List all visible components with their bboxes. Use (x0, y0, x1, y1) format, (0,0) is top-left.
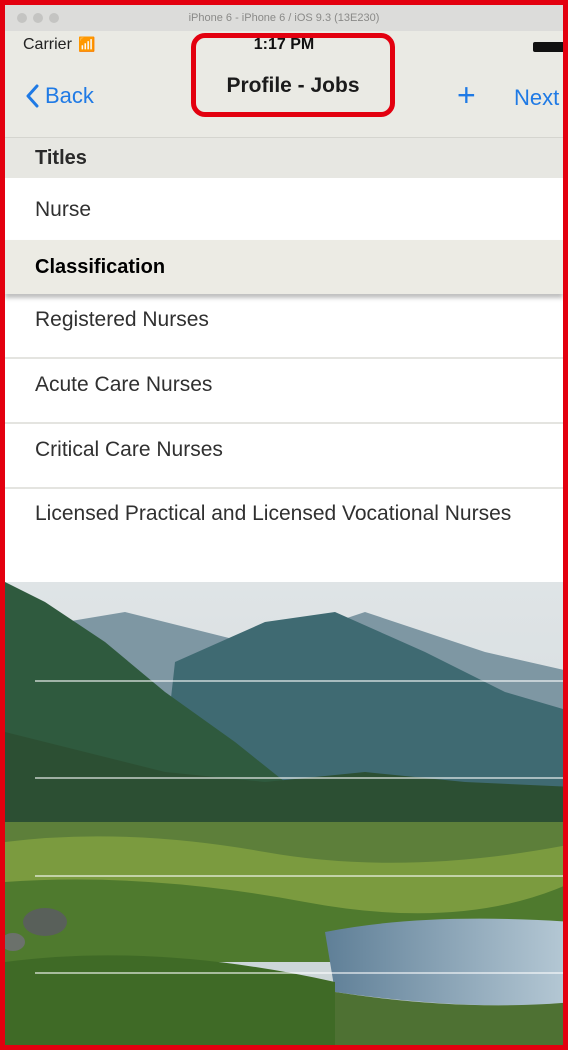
row-separator (35, 972, 563, 974)
next-button[interactable]: Next (514, 85, 559, 111)
background-landscape-image (5, 582, 563, 1045)
back-button[interactable]: Back (25, 83, 94, 109)
zoom-window-dot[interactable] (49, 13, 59, 23)
classification-list: Registered Nurses Acute Care Nurses Crit… (5, 294, 563, 582)
minimize-window-dot[interactable] (33, 13, 43, 23)
back-button-label: Back (45, 83, 94, 108)
section-header-titles: Titles (5, 138, 563, 178)
battery-icon (533, 42, 563, 52)
add-button[interactable]: + (457, 79, 476, 111)
simulator-title: iPhone 6 - iPhone 6 / iOS 9.3 (13E230) (188, 12, 380, 24)
row-separator (35, 680, 563, 682)
list-item-registered-nurses[interactable]: Registered Nurses (5, 294, 563, 359)
section-header-classification: Classification (5, 240, 563, 294)
close-window-dot[interactable] (17, 13, 27, 23)
list-item-critical-care-nurses[interactable]: Critical Care Nurses (5, 424, 563, 489)
list-item-licensed-practical-nurses[interactable]: Licensed Practical and Licensed Vocation… (5, 489, 563, 582)
screenshot-frame: iPhone 6 - iPhone 6 / iOS 9.3 (13E230) C… (0, 0, 568, 1050)
page-title: Profile - Jobs (191, 33, 395, 117)
row-separator (35, 777, 563, 779)
window-controls[interactable] (17, 13, 59, 23)
navigation-bar: Back Profile - Jobs + Next (5, 33, 563, 138)
simulator-title-bar: iPhone 6 - iPhone 6 / iOS 9.3 (13E230) (5, 5, 563, 32)
list-item-nurse[interactable]: Nurse (5, 178, 563, 240)
chevron-left-icon (26, 84, 39, 108)
row-separator (35, 875, 563, 877)
landscape-illustration (5, 582, 563, 1045)
list-item-acute-care-nurses[interactable]: Acute Care Nurses (5, 359, 563, 424)
